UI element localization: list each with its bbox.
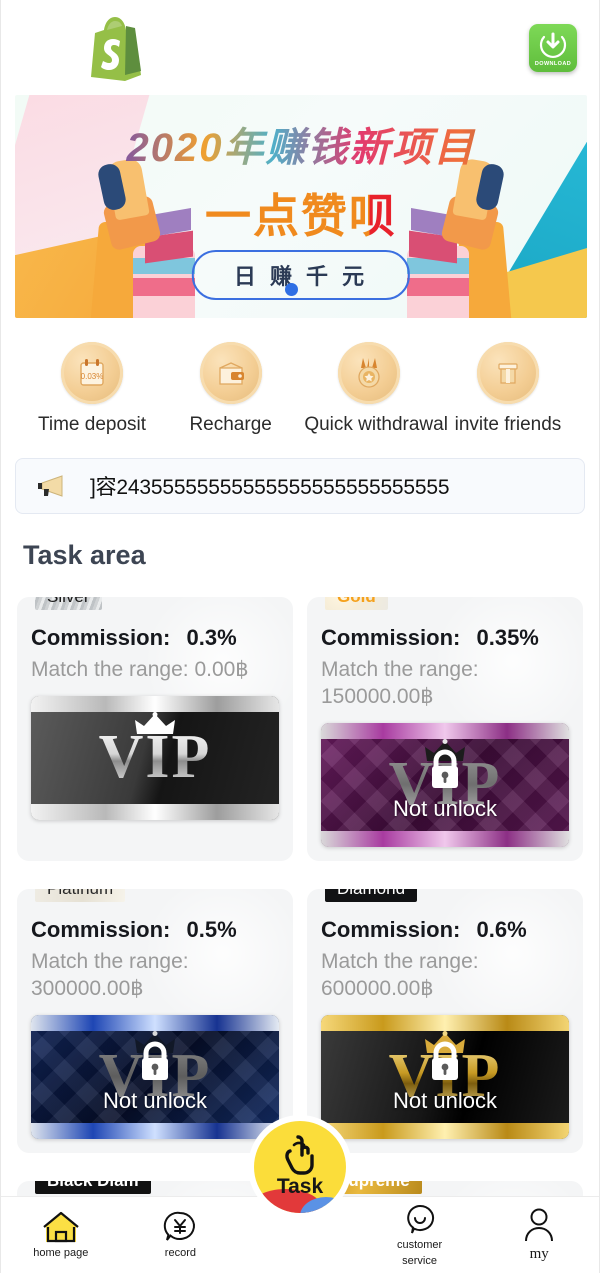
quick-action-invite-friends[interactable]: invite friends xyxy=(443,342,573,436)
vip-card-image: VIP Not unlock xyxy=(321,722,569,847)
commission-row: Commission: 0.35% xyxy=(321,625,569,651)
range-value: 300000.00฿ xyxy=(31,976,144,1000)
notice-text: ]容24355555555555555555555555555 xyxy=(90,476,450,499)
range-value: 600000.00฿ xyxy=(321,976,434,1000)
tier-badge: Silver xyxy=(35,597,102,611)
card-stripe-bottom xyxy=(31,803,279,820)
commission-label: Commission: xyxy=(321,625,461,650)
crown-icon xyxy=(133,711,177,743)
quick-action-label: invite friends xyxy=(454,414,562,435)
commission-row: Commission: 0.6% xyxy=(321,917,569,943)
home-icon xyxy=(1,1210,121,1244)
locked-label: Not unlock xyxy=(103,1088,207,1113)
task-card-platinum[interactable]: Platinum Commission: 0.5% Match the rang… xyxy=(17,888,293,1153)
yen-bubble-icon xyxy=(121,1210,241,1244)
commission-label: Commission: xyxy=(31,916,171,942)
tab-home-page[interactable]: home page xyxy=(1,1210,121,1260)
user-icon xyxy=(479,1207,599,1243)
page-title: Task area xyxy=(23,540,146,570)
range-label: Match the range: xyxy=(321,949,479,973)
tier-badge: Diamond xyxy=(325,888,418,902)
range-row: Match the range: 300000.00฿ xyxy=(31,949,279,1003)
banner-title: 2020年赚钱新项目 xyxy=(15,115,587,173)
tier-badge: Black Diam xyxy=(35,1180,151,1194)
banner-pill-text: 日 赚 千 元 xyxy=(191,250,411,300)
lock-icon xyxy=(424,1039,466,1092)
service-bubble-icon xyxy=(360,1202,480,1236)
commission-row: Commission: 0.3% xyxy=(31,625,279,651)
task-card-gold[interactable]: Gold Commission: 0.35% Match the range: … xyxy=(307,597,583,861)
quick-action-label: Quick withdrawal xyxy=(304,414,448,435)
vip-card-image: VIP Not unlock xyxy=(31,1014,279,1139)
task-fab-label: Task xyxy=(276,1175,324,1198)
tab-label: home page xyxy=(33,1247,89,1260)
download-circle-icon xyxy=(537,31,569,65)
commission-value: 0.35% xyxy=(476,625,539,650)
download-button[interactable]: DOWNLOAD xyxy=(529,23,577,72)
shopify-bag-icon xyxy=(85,15,147,81)
tab-customer-service[interactable]: customer service xyxy=(360,1202,480,1267)
locked-label: Not unlock xyxy=(393,796,497,822)
lock-icon xyxy=(134,1039,176,1092)
tier-badge: Platinum xyxy=(35,888,126,902)
range-label: Match the range: xyxy=(321,658,479,681)
bottom-tab-bar: home page record Task customer service m… xyxy=(1,1121,599,1273)
commission-row: Commission: 0.5% xyxy=(31,917,279,943)
quick-action-recharge[interactable]: Recharge xyxy=(166,342,296,436)
download-label: DOWNLOAD xyxy=(534,60,572,67)
locked-overlay: Not unlock xyxy=(321,723,569,847)
locked-overlay: Not unlock xyxy=(31,1015,279,1139)
vip-card-image: VIP xyxy=(31,695,279,820)
commission-value: 0.6% xyxy=(476,916,527,942)
tab-label-line1: customer xyxy=(396,1239,443,1252)
commission-label: Commission: xyxy=(321,916,461,942)
commission-value: 0.5% xyxy=(186,916,237,942)
quick-action-label: Time deposit xyxy=(37,414,147,435)
promo-banner[interactable]: 2020年赚钱新项目 一点赞呗 日 赚 千 元 xyxy=(15,95,587,318)
medal-icon xyxy=(338,342,401,404)
svg-text:0.03%: 0.03% xyxy=(81,372,104,381)
quick-actions: 0.03% Time deposit Recharge Quick withdr… xyxy=(1,318,599,436)
card-stripe-top xyxy=(31,695,279,712)
tap-hand-icon xyxy=(280,1135,320,1177)
promo-banner-wrapper: 2020年赚钱新项目 一点赞呗 日 赚 千 元 xyxy=(1,95,599,318)
app-root: DOWNLOAD 2020年赚钱新项目 一点赞呗 日 赚 千 元 0.03% T… xyxy=(0,0,600,1273)
tab-label: my xyxy=(529,1246,549,1263)
gift-box-icon xyxy=(476,342,539,404)
locked-overlay: Not unlock xyxy=(321,1015,569,1139)
range-row: Match the range: 600000.00฿ xyxy=(321,949,569,1003)
quick-action-quick-withdrawal[interactable]: Quick withdrawal xyxy=(304,342,448,436)
range-row: Match the range: 150000.00฿ xyxy=(321,657,569,711)
app-header: DOWNLOAD xyxy=(1,0,599,95)
tab-label-line2: service xyxy=(402,1255,437,1267)
range-value: 0.00฿ xyxy=(194,658,249,681)
banner-subtitle: 一点赞呗 xyxy=(15,180,587,246)
banner-dot xyxy=(285,283,298,296)
vip-card-image: VIP Not unlock xyxy=(321,1014,569,1139)
quick-action-label: Recharge xyxy=(189,414,272,435)
range-label: Match the range: xyxy=(31,658,189,681)
wallet-icon xyxy=(199,342,262,404)
tab-record[interactable]: record xyxy=(121,1210,241,1260)
calendar-rate-icon: 0.03% xyxy=(61,342,123,404)
range-row: Match the range: 0.00฿ xyxy=(31,657,279,684)
tier-badge: Gold xyxy=(325,597,388,611)
megaphone-icon xyxy=(34,473,76,499)
tab-label: record xyxy=(164,1247,196,1260)
range-value: 150000.00฿ xyxy=(321,684,434,708)
task-card-diamond[interactable]: Diamond Commission: 0.6% Match the range… xyxy=(307,888,583,1153)
tab-my[interactable]: my xyxy=(479,1207,599,1263)
lock-icon xyxy=(424,747,466,800)
notice-bar[interactable]: ]容24355555555555555555555555555 xyxy=(15,458,585,514)
locked-label: Not unlock xyxy=(393,1088,497,1113)
task-fab-button[interactable]: Task xyxy=(253,1121,346,1213)
commission-label: Commission: xyxy=(31,625,171,650)
commission-value: 0.3% xyxy=(186,625,237,650)
quick-action-time-deposit[interactable]: 0.03% Time deposit xyxy=(27,342,157,436)
range-label: Match the range: xyxy=(31,949,189,973)
task-card-silver[interactable]: Silver Commission: 0.3% Match the range:… xyxy=(17,597,293,861)
